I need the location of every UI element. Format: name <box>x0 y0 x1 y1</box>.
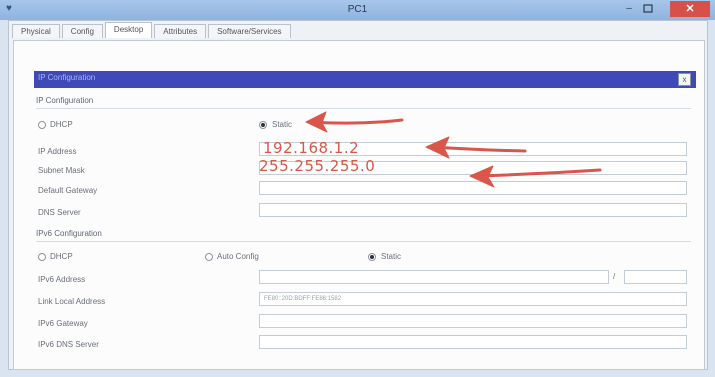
annotation-arrows <box>305 111 602 188</box>
arrow-to-ip-address-icon <box>425 136 527 159</box>
arrow-to-static-icon <box>305 111 404 133</box>
arrow-to-subnet-mask-icon <box>469 165 602 188</box>
